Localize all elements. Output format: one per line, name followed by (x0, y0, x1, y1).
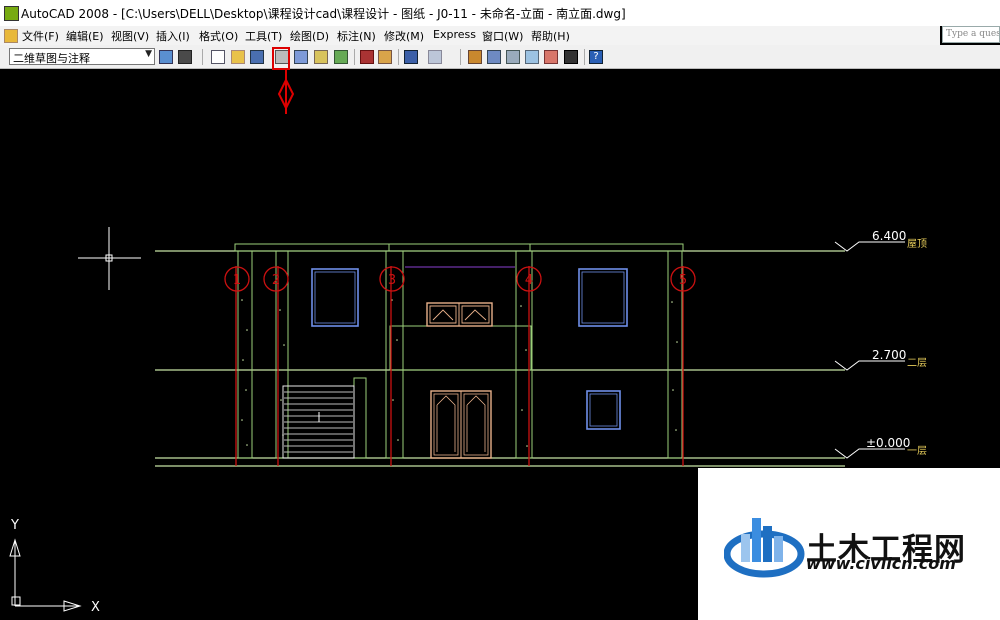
svg-text:4: 4 (525, 273, 533, 288)
svg-text:±0.000: ±0.000 (866, 436, 910, 450)
plot-preview-icon[interactable] (294, 50, 308, 64)
level-marker-second: 2.700 二层 (834, 348, 927, 371)
svg-text:2: 2 (272, 273, 280, 288)
level-marker-first: ±0.000 一层 (834, 436, 927, 459)
zoom-window-icon[interactable] (506, 50, 520, 64)
watermark-url: www.civilcn.com (806, 554, 956, 573)
menu-file[interactable]: 文件(F) (22, 28, 59, 44)
window-upper-right (578, 268, 628, 327)
svg-text:X: X (91, 600, 100, 615)
menu-help[interactable]: 帮助(H) (531, 28, 570, 44)
window-title: AutoCAD 2008 - [C:\Users\DELL\Desktop\课程… (21, 7, 626, 21)
level-lines (155, 250, 845, 467)
svg-text:一层: 一层 (907, 445, 927, 457)
axis-grid-lines (235, 266, 684, 466)
plot-button-highlight (272, 47, 290, 70)
save-icon[interactable] (250, 50, 264, 64)
cut-icon[interactable] (360, 50, 374, 64)
window-upper-left (311, 268, 359, 327)
help-icon[interactable]: ? (589, 50, 603, 64)
undo-icon[interactable] (404, 50, 418, 64)
match-properties-icon[interactable] (378, 50, 392, 64)
entrance-door (430, 390, 492, 459)
menu-view[interactable]: 视图(V) (111, 28, 149, 44)
menu-bar: 文件(F) 编辑(E) 视图(V) 插入(I) 格式(O) 工具(T) 绘图(D… (0, 26, 940, 45)
annotation-arrow (277, 70, 295, 114)
toolbar-separator (460, 49, 461, 65)
crosshair-cursor-icon (78, 227, 141, 290)
axis-bubble-1: 1 (224, 266, 250, 292)
menu-modify[interactable]: 修改(M) (384, 28, 424, 44)
menu-dimension[interactable]: 标注(N) (337, 28, 376, 44)
redo-icon[interactable] (428, 50, 442, 64)
windows (311, 268, 628, 430)
toolbar-separator (584, 49, 585, 65)
toolbar-separator (202, 49, 203, 65)
publish-icon[interactable] (314, 50, 328, 64)
menu-tools[interactable]: 工具(T) (245, 28, 282, 44)
svg-text:二层: 二层 (907, 357, 927, 369)
menu-draw[interactable]: 绘图(D) (290, 28, 329, 44)
menu-edit[interactable]: 编辑(E) (66, 28, 104, 44)
balcony-door (426, 302, 493, 327)
open-file-icon[interactable] (231, 50, 245, 64)
svg-text:3: 3 (388, 273, 396, 288)
svg-text:Y: Y (10, 518, 19, 533)
svg-text:5: 5 (679, 273, 687, 288)
properties-icon[interactable] (544, 50, 558, 64)
new-file-icon[interactable] (211, 50, 225, 64)
3d-dwf-icon[interactable] (334, 50, 348, 64)
garage-door (282, 385, 355, 459)
chevron-down-icon: ▼ (145, 49, 152, 59)
svg-text:6.400: 6.400 (872, 229, 906, 243)
toolbar-separator (354, 49, 355, 65)
autocad-app-icon[interactable] (4, 6, 19, 21)
axis-bubble-3: 3 (379, 266, 405, 292)
workspace-select-value: 二维草图与注释 (13, 52, 90, 65)
axis-bubbles: 1 2 3 4 5 (224, 266, 696, 292)
toolbar-separator (398, 49, 399, 65)
help-search-input[interactable]: Type a question (942, 26, 1000, 43)
zoom-previous-icon[interactable] (525, 50, 539, 64)
svg-text:屋顶: 屋顶 (907, 238, 927, 250)
svg-text:2.700: 2.700 (872, 348, 906, 362)
doors (426, 302, 493, 459)
calculator-icon[interactable] (564, 50, 578, 64)
standard-toolbar: 二维草图与注释 ▼ ? (0, 45, 1000, 69)
window-lower-right (586, 390, 621, 430)
menu-insert[interactable]: 插入(I) (156, 28, 190, 44)
civilcn-logo-icon (724, 518, 805, 578)
ucs-icon: Y X (9, 518, 100, 615)
workspace-settings-icon[interactable] (159, 50, 173, 64)
svg-text:1: 1 (233, 273, 241, 288)
workspace-select[interactable]: 二维草图与注释 ▼ (9, 48, 155, 65)
title-bar: AutoCAD 2008 - [C:\Users\DELL\Desktop\课程… (0, 0, 1000, 26)
zoom-realtime-icon[interactable] (487, 50, 501, 64)
menu-window[interactable]: 窗口(W) (482, 28, 523, 44)
level-marker-roof: 6.400 屋顶 (834, 229, 927, 252)
document-menu-icon[interactable] (4, 29, 18, 43)
menu-express[interactable]: Express (433, 28, 476, 41)
pan-icon[interactable] (468, 50, 482, 64)
menu-format[interactable]: 格式(O) (199, 28, 238, 44)
customize-toolbar-icon[interactable] (178, 50, 192, 64)
